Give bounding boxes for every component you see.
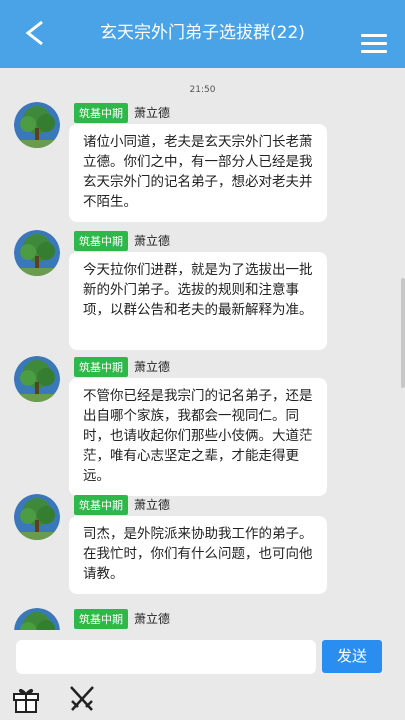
sender-name: 萧立德 <box>134 360 171 374</box>
app-header: 玄天宗外门弟子选拔群(22) <box>0 0 405 68</box>
tree-avatar-icon[interactable] <box>14 608 60 630</box>
tree-avatar-icon[interactable] <box>14 102 60 148</box>
rank-badge: 筑基中期 <box>74 494 128 515</box>
send-button[interactable]: 发送 <box>322 640 382 673</box>
sender-name: 萧立德 <box>134 106 171 120</box>
hamburger-menu-icon[interactable] <box>361 34 387 54</box>
tree-avatar-icon[interactable] <box>14 494 60 540</box>
message-bubble[interactable]: 诸位小同道，老夫是玄天宗外门长老萧立德。你们之中，有一部分人已经是我玄天宗外门的… <box>69 124 327 222</box>
message-input[interactable] <box>16 640 316 674</box>
message-bubble[interactable]: 不管你已经是我宗门的记名弟子，还是出自哪个家族，我都会一视同仁。同时，也请收起你… <box>69 378 327 496</box>
message-meta: 筑基中期 萧立德 <box>74 102 171 123</box>
message-meta: 筑基中期 萧立德 <box>74 356 171 377</box>
sender-name: 萧立德 <box>134 498 171 512</box>
rank-badge: 筑基中期 <box>74 102 128 123</box>
message-meta: 筑基中期 萧立德 <box>74 608 171 629</box>
crossed-swords-icon[interactable] <box>68 684 96 714</box>
scrollbar[interactable] <box>401 278 405 388</box>
sender-name: 萧立德 <box>134 612 171 626</box>
page-title: 玄天宗外门弟子选拔群(22) <box>100 23 305 43</box>
message-bubble[interactable]: 司杰，是外院派来协助我工作的弟子。在我忙时，你们有什么问题，也可向他请教。 <box>69 516 327 594</box>
rank-badge: 筑基中期 <box>74 230 128 251</box>
rank-badge: 筑基中期 <box>74 608 128 629</box>
sender-name: 萧立德 <box>134 234 171 248</box>
back-chevron-icon[interactable] <box>18 18 50 50</box>
tree-avatar-icon[interactable] <box>14 230 60 276</box>
back-chevron-glyph <box>25 20 43 46</box>
message-timestamp: 21:50 <box>189 85 216 95</box>
message-bubble[interactable]: 今天拉你们进群，就是为了选拔出一批新的外门弟子。选拔的规则和注意事项，以群公告和… <box>69 252 327 350</box>
gift-icon[interactable] <box>12 684 40 714</box>
rank-badge: 筑基中期 <box>74 356 128 377</box>
chat-area[interactable]: 21:50 筑基中期 萧立德 诸位小同道，老夫是玄天宗外门长老萧立德。你们之中，有… <box>0 68 405 630</box>
message-meta: 筑基中期 萧立德 <box>74 494 171 515</box>
composer-bar: 发送 <box>0 630 405 720</box>
tree-avatar-icon[interactable] <box>14 356 60 402</box>
message-meta: 筑基中期 萧立德 <box>74 230 171 251</box>
